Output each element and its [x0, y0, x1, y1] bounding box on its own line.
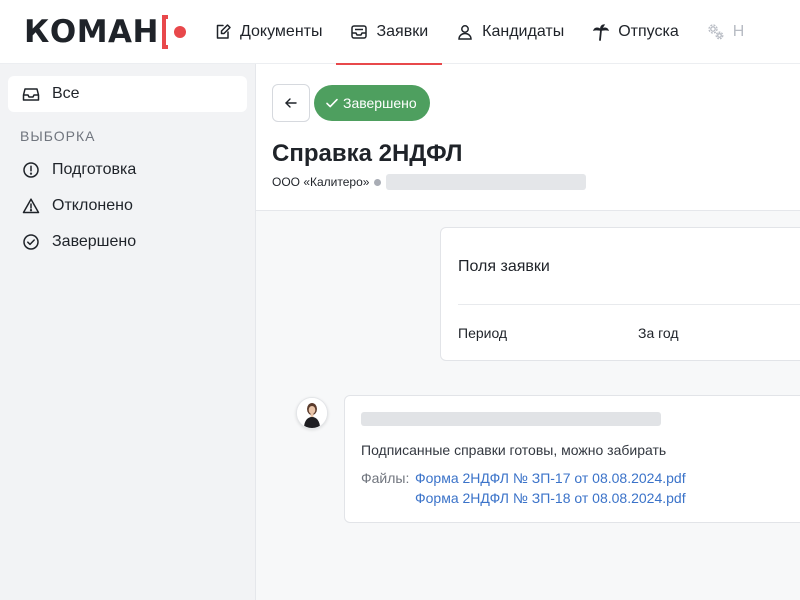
status-badge: Завершено — [314, 85, 430, 121]
sidebar-item-completed[interactable]: Завершено — [8, 224, 247, 260]
separator-dot — [374, 178, 382, 186]
redacted-comment-author — [361, 412, 661, 426]
fields-card-title: Поля заявки — [458, 258, 550, 275]
alert-circle-icon — [22, 161, 40, 179]
logo-bracket — [161, 15, 168, 49]
avatar — [296, 397, 328, 429]
redacted-author — [386, 174, 587, 190]
inbox-icon — [350, 23, 368, 41]
back-button[interactable] — [272, 84, 310, 122]
document-edit-icon — [214, 23, 232, 41]
sidebar-item-all[interactable]: Все — [8, 76, 247, 112]
inbox-icon — [22, 85, 40, 103]
request-fields-card: Поля заявки Период За год — [440, 227, 800, 361]
top-bar: КОМАН Документы Заявки Кандидаты Отпуска… — [0, 0, 800, 65]
comment-text: Подписанные справки готовы, можно забира… — [361, 442, 667, 458]
sidebar-item-all-label: Все — [52, 85, 80, 102]
company-name: ООО «Калитеро» — [272, 175, 370, 189]
files-label: Файлы: — [361, 470, 410, 486]
sidebar-item-label: Отклонено — [52, 197, 133, 214]
tab-vacations-label: Отпуска — [618, 23, 679, 40]
divider — [458, 304, 800, 305]
sidebar-item-preparation[interactable]: Подготовка — [8, 152, 247, 188]
field-label-period: Период — [458, 325, 508, 341]
app-logo[interactable]: КОМАН — [24, 14, 186, 50]
sidebar-item-rejected[interactable]: Отклонено — [8, 188, 247, 224]
page-title: Справка 2НДФЛ — [272, 140, 463, 167]
file-link[interactable]: Форма 2НДФЛ № ЗП-17 от 08.08.2024.pdf — [415, 470, 686, 486]
sidebar-section-title: ВЫБОРКА — [20, 128, 96, 144]
user-photo-icon — [297, 398, 327, 428]
tab-documents[interactable]: Документы — [200, 0, 336, 64]
check-icon — [325, 96, 339, 110]
field-value-period: За год — [638, 325, 679, 341]
tab-candidates-label: Кандидаты — [482, 23, 565, 40]
sidebar-item-label: Завершено — [52, 233, 137, 250]
comment-card: Подписанные справки готовы, можно забира… — [344, 395, 800, 523]
person-icon — [456, 23, 474, 41]
tab-settings-label: Н — [732, 23, 745, 40]
tab-requests-label: Заявки — [376, 23, 429, 40]
tab-settings[interactable]: Н — [693, 0, 759, 64]
logo-text: КОМАН — [24, 14, 159, 50]
tab-vacations[interactable]: Отпуска — [578, 0, 693, 64]
status-badge-label: Завершено — [343, 95, 417, 111]
sidebar-item-label: Подготовка — [52, 161, 137, 178]
request-header: Завершено Справка 2НДФЛ ООО «Калитеро» — [256, 64, 800, 211]
tab-candidates[interactable]: Кандидаты — [442, 0, 578, 64]
arrow-left-icon — [283, 95, 299, 111]
main-nav: Документы Заявки Кандидаты Отпуска Н — [200, 0, 800, 65]
tab-documents-label: Документы — [240, 23, 323, 40]
file-link[interactable]: Форма 2НДФЛ № ЗП-18 от 08.08.2024.pdf — [415, 490, 686, 506]
request-meta: ООО «Калитеро» — [272, 174, 587, 190]
tab-requests[interactable]: Заявки — [336, 0, 442, 65]
palm-tree-icon — [592, 23, 610, 41]
warning-triangle-icon — [22, 197, 40, 215]
logo-dot — [173, 26, 186, 38]
main-content: Завершено Справка 2НДФЛ ООО «Калитеро» П… — [256, 64, 800, 600]
check-circle-icon — [22, 233, 40, 251]
gears-icon — [707, 23, 725, 41]
sidebar: Все ВЫБОРКА Подготовка Отклонено Заверше… — [0, 64, 256, 600]
